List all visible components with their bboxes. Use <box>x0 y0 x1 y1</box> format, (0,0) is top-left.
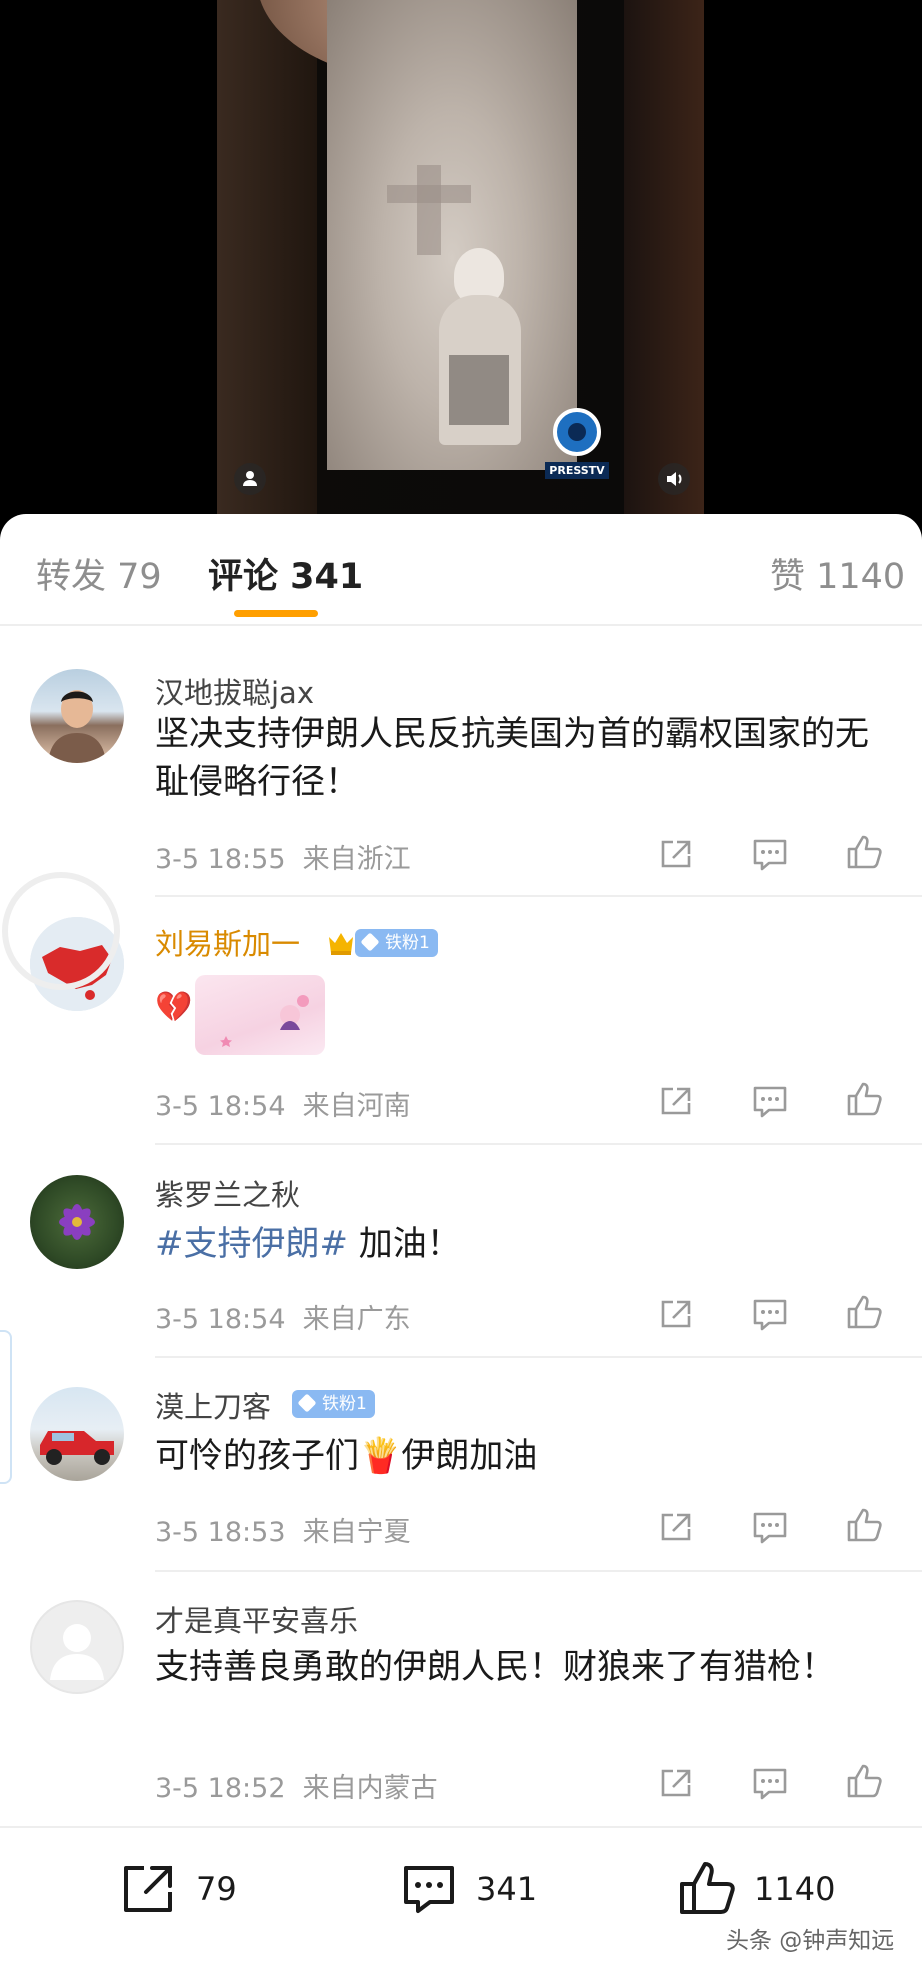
comment-username[interactable]: 紫罗兰之秋 <box>155 1172 300 1214</box>
comment-meta: 3-5 18:55 来自浙江 <box>155 837 411 876</box>
comment-text: 可怜的孩子们🍟伊朗加油 <box>155 1432 875 1480</box>
tabs-divider <box>0 624 922 626</box>
video-curtain-left <box>217 0 317 520</box>
comment-button[interactable]: 341 <box>398 1858 538 1918</box>
video-child-detail <box>449 355 509 425</box>
tab-active-indicator <box>234 610 318 617</box>
comment-username[interactable]: 汉地拔聪jax <box>155 670 314 712</box>
fan-badge-label: 铁粉1 <box>322 1394 367 1414</box>
comment-divider <box>155 1356 922 1358</box>
avatar[interactable] <box>30 1175 124 1269</box>
comment-time: 3-5 18:54 <box>155 1091 286 1122</box>
vip-crown-icon <box>329 933 353 955</box>
like-icon[interactable] <box>845 1294 883 1330</box>
reply-icon[interactable] <box>751 836 789 872</box>
comment-location: 来自浙江 <box>302 844 411 875</box>
comment-location: 来自内蒙古 <box>302 1773 438 1804</box>
comment-time: 3-5 18:53 <box>155 1517 286 1548</box>
tab-bar: 转发 79 评论 341 赞 1140 <box>0 514 922 624</box>
comment-time: 3-5 18:54 <box>155 1304 286 1335</box>
comment-count: 341 <box>476 1870 538 1908</box>
tab-reposts[interactable]: 转发 79 <box>36 548 162 599</box>
bottom-bar-divider <box>0 1826 922 1828</box>
repost-count: 79 <box>196 1870 237 1908</box>
avatar-pendant-ring <box>2 872 120 990</box>
comment-text-tail: 加油！ <box>347 1224 461 1264</box>
watermark: 头条 @钟声知远 <box>726 1928 895 1954</box>
comment-text: #支持伊朗# 加油！ <box>155 1220 875 1268</box>
avatar[interactable] <box>30 1387 124 1481</box>
comment-time: 3-5 18:52 <box>155 1773 286 1804</box>
comment-username[interactable]: 刘易斯加一 <box>155 921 300 963</box>
fan-badge[interactable]: 铁粉1 <box>355 929 438 957</box>
like-icon[interactable] <box>845 1081 883 1117</box>
reply-icon[interactable] <box>751 1509 789 1545</box>
share-icon[interactable] <box>657 1296 695 1332</box>
presstv-logo: PRESSTV <box>545 408 609 484</box>
repost-icon <box>124 1866 172 1912</box>
share-icon[interactable] <box>657 1765 695 1801</box>
tab-comments[interactable]: 评论 341 <box>208 548 363 599</box>
reply-icon[interactable] <box>751 1765 789 1801</box>
comment-meta: 3-5 18:54 来自广东 <box>155 1297 411 1336</box>
comment-text-start: 可怜的孩子们 <box>155 1436 359 1476</box>
share-icon[interactable] <box>657 1509 695 1545</box>
fan-badge[interactable]: 铁粉1 <box>292 1390 375 1418</box>
sticker-image[interactable] <box>195 975 325 1055</box>
like-icon[interactable] <box>845 1507 883 1543</box>
diamond-icon <box>360 932 380 952</box>
share-icon[interactable] <box>657 1083 695 1119</box>
reply-icon[interactable] <box>751 1296 789 1332</box>
share-icon[interactable] <box>657 836 695 872</box>
like-icon[interactable] <box>845 1763 883 1799</box>
comment-text: 支持善良勇敢的伊朗人民！财狼来了有猎枪！ <box>155 1647 835 1687</box>
repost-button[interactable]: 79 <box>118 1858 258 1918</box>
presstv-logo-mark <box>553 408 601 456</box>
video-cross-horizontal <box>387 185 471 203</box>
comment-text: 坚决支持伊朗人民反抗美国为首的霸权国家的无耻侵略行径！ <box>155 714 869 802</box>
like-button[interactable]: 1140 <box>676 1858 836 1918</box>
comment-meta: 3-5 18:54 来自河南 <box>155 1084 411 1123</box>
comment-divider <box>155 1143 922 1145</box>
comment-location: 来自广东 <box>302 1304 411 1335</box>
tab-likes[interactable]: 赞 1140 <box>770 548 905 599</box>
comment-meta: 3-5 18:53 来自宁夏 <box>155 1510 411 1549</box>
comment-location: 来自宁夏 <box>302 1517 411 1548</box>
comment-username[interactable]: 才是真平安喜乐 <box>155 1598 358 1640</box>
broken-heart-emoji: 💔 <box>155 990 193 1025</box>
like-count: 1140 <box>754 1870 836 1908</box>
comment-time: 3-5 18:55 <box>155 844 286 875</box>
avatar[interactable] <box>30 669 124 763</box>
comment-username[interactable]: 漠上刀客 <box>155 1384 271 1426</box>
comment-text-end: 伊朗加油 <box>401 1436 538 1476</box>
reply-icon[interactable] <box>751 1083 789 1119</box>
presstv-logo-text: PRESSTV <box>545 462 609 479</box>
like-icon[interactable] <box>845 834 883 870</box>
avatar[interactable] <box>30 1600 124 1694</box>
volume-icon[interactable] <box>658 463 690 495</box>
comment-divider <box>155 895 922 897</box>
comment-divider <box>155 1570 922 1572</box>
diamond-icon <box>297 1393 317 1413</box>
side-drawer-handle[interactable] <box>0 1330 12 1484</box>
thumbs-up-icon <box>680 1862 735 1914</box>
comment-icon <box>404 1866 454 1913</box>
comment-location: 来自河南 <box>302 1091 411 1122</box>
video-frame[interactable] <box>217 0 704 520</box>
video-player[interactable]: PRESSTV <box>0 0 922 540</box>
person-icon[interactable] <box>234 463 266 495</box>
comment-meta: 3-5 18:52 来自内蒙古 <box>155 1766 438 1805</box>
video-cross-vertical <box>417 165 441 255</box>
hashtag-link[interactable]: #支持伊朗# <box>155 1224 348 1264</box>
fries-emoji: 🍟 <box>359 1436 402 1476</box>
fan-badge-label: 铁粉1 <box>385 933 430 953</box>
video-curtain-right <box>624 0 704 520</box>
